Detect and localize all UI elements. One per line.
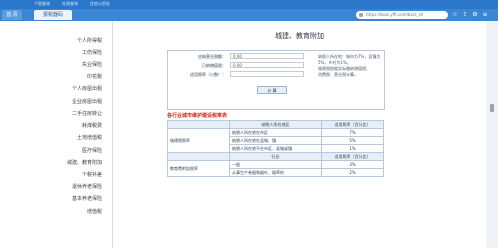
table-cell: 7% bbox=[321, 128, 384, 137]
settings-icon[interactable]: ⚙ bbox=[472, 12, 478, 18]
note-line: 纳税人所在地：城市为7%，县镇为5%，乡村为1%。 bbox=[318, 54, 381, 65]
table-header: 适用税率（百分比） bbox=[321, 152, 384, 161]
sidebar-item[interactable]: 退休养老保险 bbox=[72, 184, 102, 190]
sidebar-item[interactable]: 个人房屋出租 bbox=[72, 86, 102, 92]
sidebar-item[interactable]: 工伤保险 bbox=[82, 50, 102, 56]
top-menu-item[interactable]: 住房公积金 bbox=[90, 1, 110, 7]
sidebar-item[interactable]: 个税补差 bbox=[82, 172, 102, 178]
table-cell: 1% bbox=[321, 144, 384, 153]
address-bar[interactable]: https://bszs.yffi.com/bszs_sh bbox=[356, 11, 448, 19]
tab-home[interactable]: 首 页 bbox=[2, 10, 22, 20]
sidebar-item[interactable]: 增值税 bbox=[87, 209, 102, 215]
sidebar-item[interactable]: 二手住房转让 bbox=[72, 111, 102, 117]
section-title: 各行业城市维护建设税率表 bbox=[167, 113, 228, 119]
tax-form: 应纳营业税额： 0.00 已纳增值税： 0.00 适用税率（小数）： 纳税人所在… bbox=[167, 50, 385, 110]
rate-table: 纳税人所在地区 适用税率（百分比） 城建税税率 纳税人所在地在市区 7% 纳税人… bbox=[167, 120, 384, 177]
page-title: 城建、教育附加 bbox=[275, 32, 324, 40]
table-cell: 从事生产卷烟和烟叶、烟草的 bbox=[229, 168, 322, 177]
share-icon[interactable]: ⇪ bbox=[462, 12, 468, 18]
table-cell: 纳税人所在地不在市区、县城或镇 bbox=[229, 144, 322, 153]
table-header-blank bbox=[167, 152, 230, 161]
row-group-label: 教育费附加税率 bbox=[167, 160, 230, 177]
note-line: 消费税、营业税计算。 bbox=[318, 72, 358, 77]
top-menu-item[interactable]: 个税查询 bbox=[34, 1, 50, 7]
table-header-blank bbox=[167, 120, 230, 129]
sidebar-item[interactable]: 医疗保险 bbox=[82, 148, 102, 154]
sidebar-item[interactable]: 企业房屋出租 bbox=[72, 99, 102, 105]
rate-notes: 纳税人所在地：城市为7%，县镇为5%，乡村为1%。 城建税依据实际缴纳增值税、 … bbox=[318, 54, 382, 78]
table-cell: 5% bbox=[321, 136, 384, 145]
sidebar: 个人所得税 工伤保险 失业保险 印花税 个人房屋出租 企业房屋出租 二手住房转让… bbox=[0, 21, 113, 248]
address-text: https://bszs.yffi.com/bszs_sh bbox=[366, 12, 424, 17]
row-group-label: 城建税税率 bbox=[167, 128, 230, 153]
sidebar-item[interactable]: 土地增值税 bbox=[77, 135, 102, 141]
top-menu-bar: 个税查询 社保查询 住房公积金 bbox=[0, 0, 498, 9]
main-panel: 城建、教育附加 应纳营业税额： 0.00 已纳增值税： 0.00 适用税率（小数… bbox=[113, 21, 486, 248]
sidebar-item[interactable]: 个人所得税 bbox=[77, 38, 102, 44]
tax-rate-input[interactable] bbox=[230, 71, 304, 77]
table-header: 纳税人所在地区 bbox=[229, 120, 322, 129]
sidebar-item[interactable]: 耗煤税费 bbox=[82, 123, 102, 129]
sidebar-item[interactable]: 基本养老保险 bbox=[72, 196, 102, 202]
field-label: 应纳营业税额： bbox=[198, 54, 226, 59]
table-cell: 一般 bbox=[229, 160, 322, 169]
star-icon[interactable]: ☆ bbox=[452, 12, 458, 18]
table-header: 适用税率（百分比） bbox=[321, 120, 384, 129]
table-cell: 纳税人所在地在市区 bbox=[229, 128, 322, 137]
lock-icon bbox=[359, 13, 363, 17]
sidebar-item[interactable]: 城建、教育附加 bbox=[67, 160, 102, 166]
field-label: 已纳增值税： bbox=[202, 63, 226, 68]
table-cell: 3% bbox=[321, 160, 384, 169]
table-header: 行业 bbox=[229, 152, 322, 161]
table-cell: 2% bbox=[321, 168, 384, 177]
business-tax-input[interactable]: 0.00 bbox=[230, 53, 304, 59]
scrollbar-thumb[interactable] bbox=[490, 104, 494, 112]
menu-icon[interactable]: ≡ bbox=[482, 12, 488, 18]
calculate-button[interactable]: 计 算 bbox=[257, 86, 287, 94]
field-label: 适用税率（小数）： bbox=[190, 72, 226, 77]
sidebar-item[interactable]: 印花税 bbox=[87, 74, 102, 80]
table-cell: 纳税人所在地在县城、镇 bbox=[229, 136, 322, 145]
top-menu-item[interactable]: 社保查询 bbox=[62, 1, 78, 7]
tab-active[interactable]: 报税器码 bbox=[34, 10, 72, 20]
vat-input[interactable]: 0.00 bbox=[230, 62, 304, 68]
sidebar-item[interactable]: 失业保险 bbox=[82, 62, 102, 68]
scrollbar-track[interactable] bbox=[486, 21, 498, 248]
